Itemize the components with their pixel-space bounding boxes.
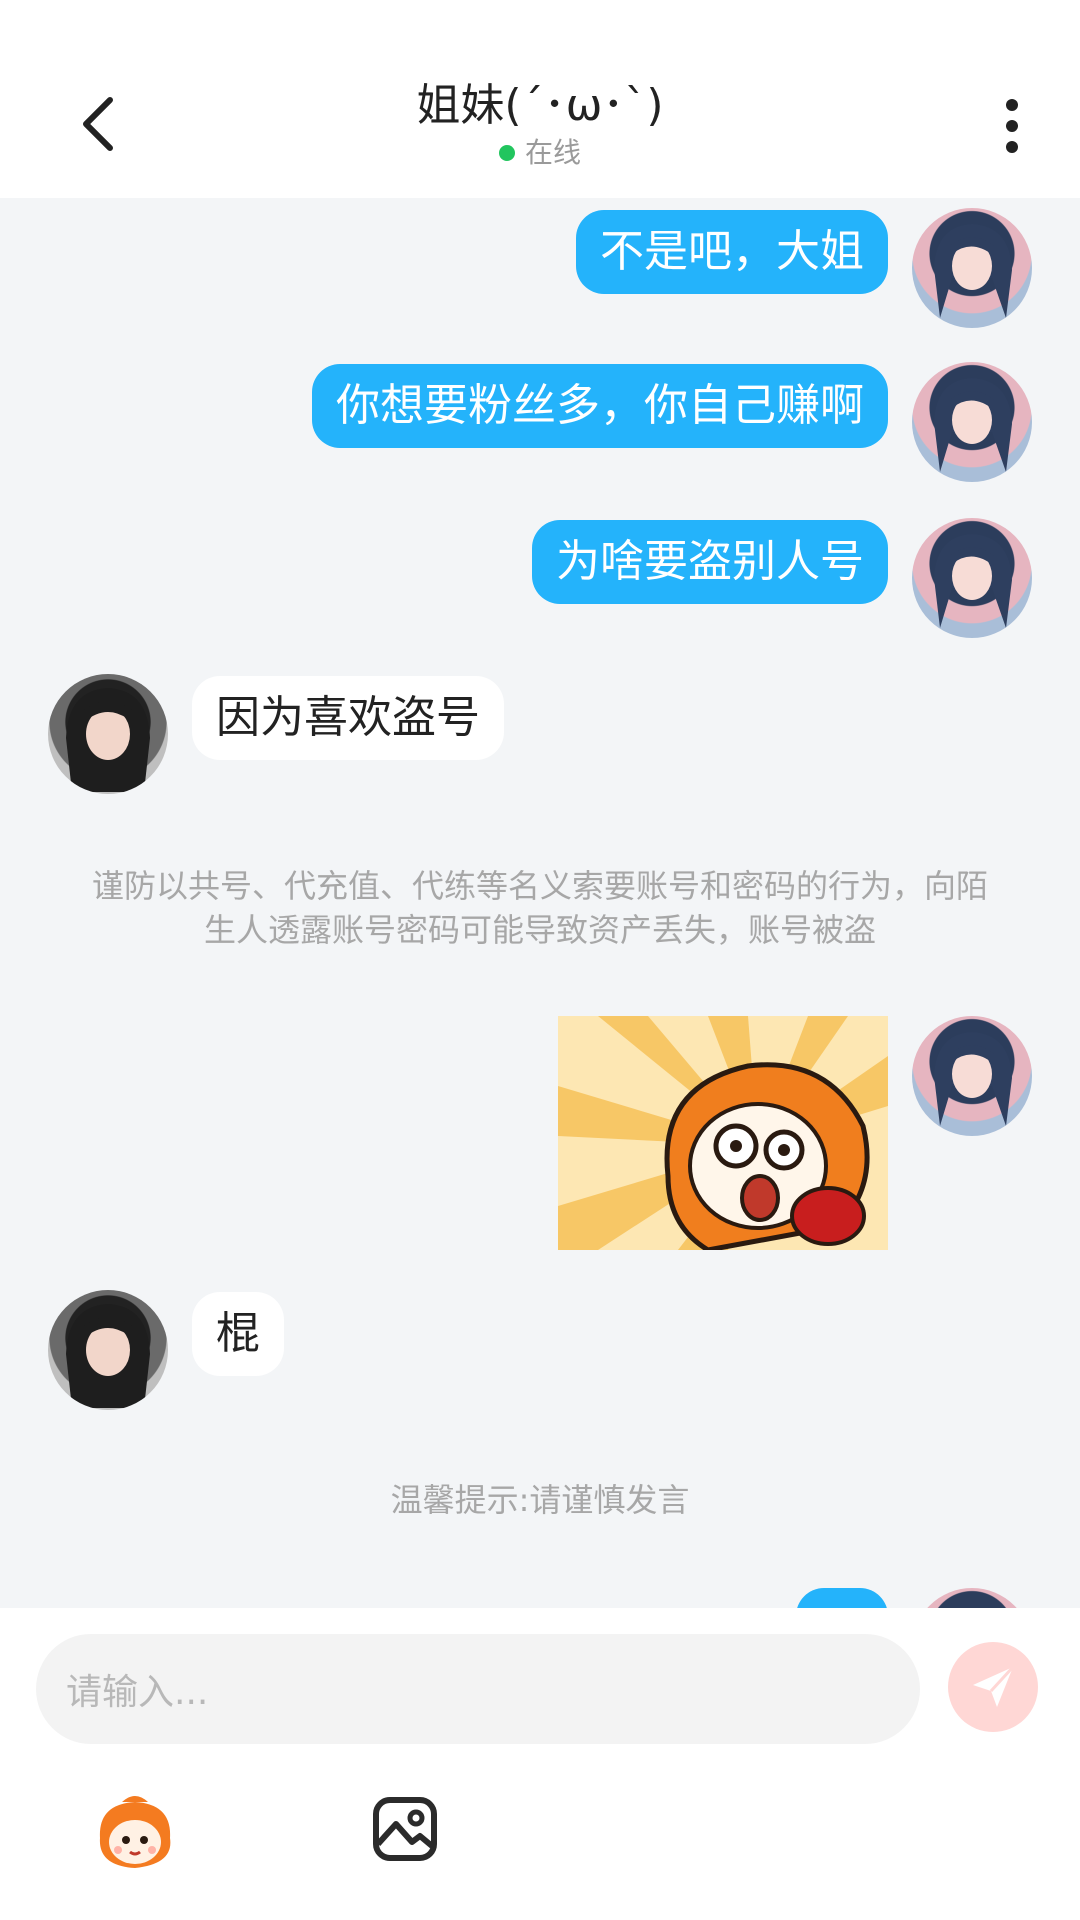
chat-messages[interactable]: 不是吧，大姐 你想要粉丝多，你自己赚啊 为啥要盗别人号 因为喜欢盗号 谨防以共号… [0, 198, 1080, 1608]
contact-avatar[interactable] [48, 1290, 168, 1410]
send-icon [973, 1665, 1015, 1707]
my-avatar[interactable] [912, 1016, 1032, 1136]
my-avatar[interactable] [912, 362, 1032, 482]
send-button[interactable] [948, 1642, 1038, 1732]
online-status-label: 在线 [524, 136, 581, 169]
caution-notice: 温馨提示:请谨慎发言 [390, 1481, 690, 1519]
my-avatar[interactable] [912, 208, 1032, 328]
emoji-button[interactable] [92, 1794, 178, 1874]
message-bubble-received[interactable]: 因为喜欢盗号 [192, 676, 504, 760]
more-vertical-icon [1006, 99, 1018, 153]
anime-girl-avatar-icon [934, 378, 1012, 472]
anime-girl-avatar-icon [934, 534, 1012, 628]
my-avatar[interactable] [912, 518, 1032, 638]
image-icon [373, 1797, 437, 1861]
title-area: 姐妹(´･ω･`) 在线 [0, 78, 1080, 170]
security-notice: 谨防以共号、代充值、代练等名义索要账号和密码的行为，向陌生人透露账号密码可能导致… [91, 867, 988, 949]
dark-hair-girl-avatar-icon [66, 1304, 150, 1408]
shocked-character-sticker [558, 1016, 888, 1250]
chat-title: 姐妹(´･ω･`) [416, 80, 664, 131]
online-dot-icon [498, 145, 515, 161]
message-composer: 请输入... [0, 1608, 1080, 1920]
my-avatar[interactable] [912, 1588, 1032, 1608]
contact-avatar[interactable] [48, 674, 168, 794]
message-bubble-sent[interactable]: 不是吧，大姐 [576, 210, 888, 294]
more-options-button[interactable] [992, 96, 1032, 156]
message-bubble-sent[interactable]: 为啥要盗别人号 [532, 520, 888, 604]
message-bubble-sent-partial[interactable] [796, 1588, 888, 1608]
message-input[interactable]: 请输入... [36, 1634, 920, 1744]
message-bubble-sent[interactable]: 你想要粉丝多，你自己赚啊 [312, 364, 888, 448]
anime-girl-avatar-icon [934, 1032, 1012, 1126]
image-picker-button[interactable] [372, 1796, 438, 1862]
sticker-message[interactable] [558, 1016, 888, 1250]
chat-header: 姐妹(´･ω･`) 在线 [0, 0, 1080, 198]
emoji-mascot-icon [99, 1796, 171, 1868]
message-bubble-received[interactable]: 棍 [192, 1292, 284, 1376]
anime-girl-avatar-icon [934, 224, 1012, 318]
online-status: 在线 [498, 136, 581, 170]
dark-hair-girl-avatar-icon [66, 688, 150, 792]
